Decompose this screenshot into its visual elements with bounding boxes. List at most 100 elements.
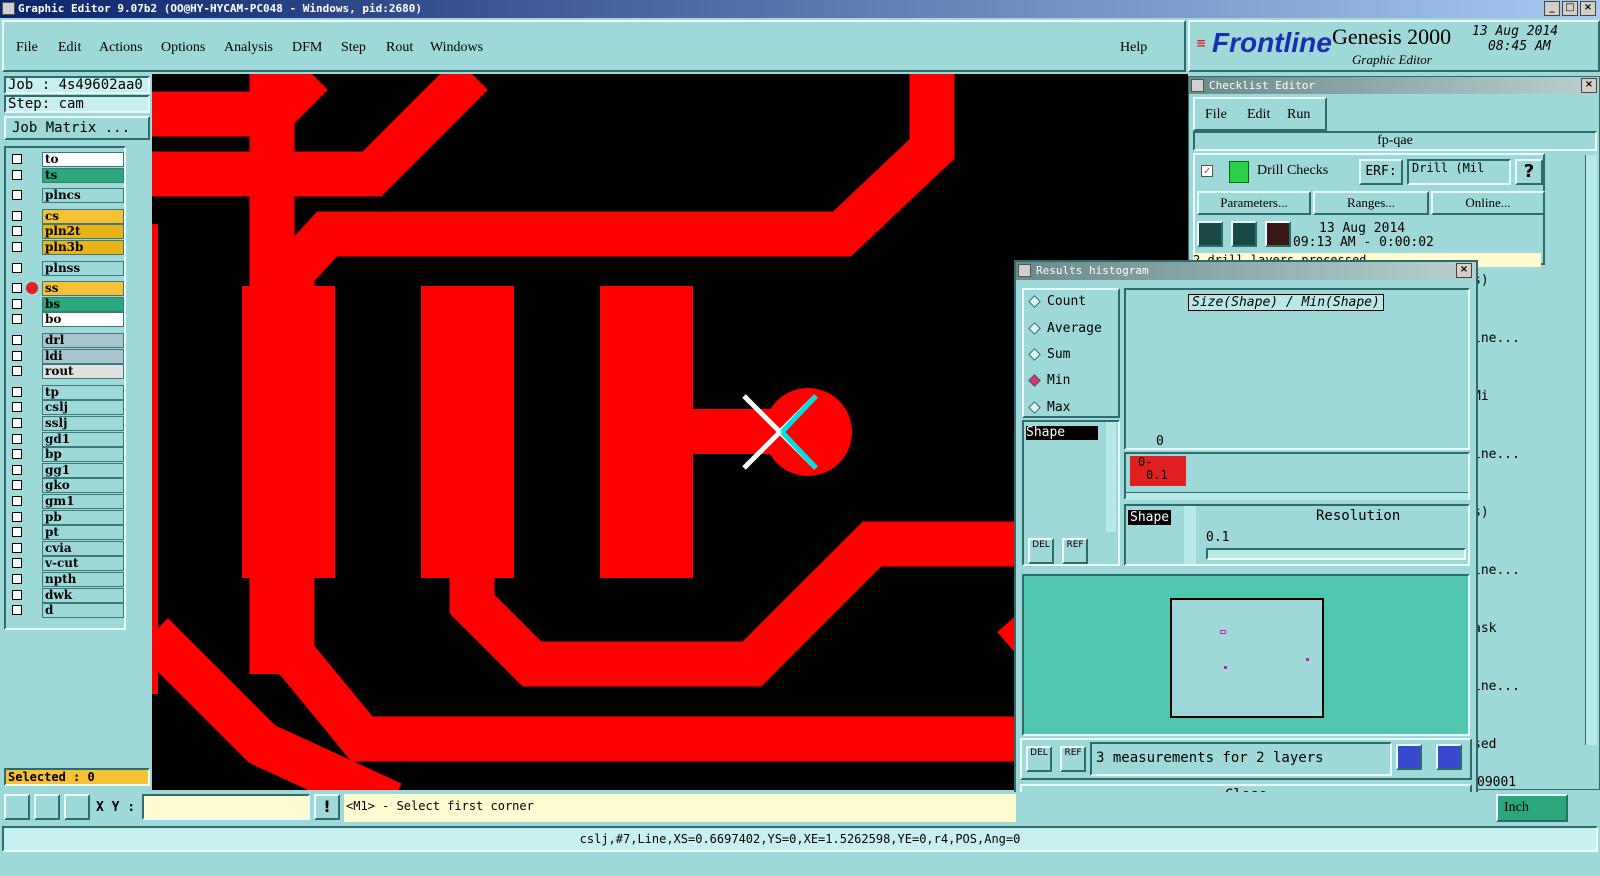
layer-checkbox[interactable] xyxy=(12,226,22,237)
layer-checkbox[interactable] xyxy=(12,589,22,600)
ranges-button[interactable]: Ranges... xyxy=(1313,191,1429,215)
run-check-icon[interactable] xyxy=(1197,221,1223,247)
checklist-menu-run[interactable]: Run xyxy=(1287,107,1310,123)
layer-row-pln2t[interactable]: pln2t xyxy=(8,224,126,240)
layer-row-pb[interactable]: pb xyxy=(8,509,126,525)
mode-sum[interactable]: Sum xyxy=(1028,347,1070,362)
layer-name[interactable]: npth xyxy=(42,572,124,587)
layer-checkbox[interactable] xyxy=(12,433,22,444)
check-enabled-checkbox[interactable]: ✓ xyxy=(1201,165,1213,177)
layer-row-plnss[interactable]: plnss xyxy=(8,260,126,276)
layer-row-bo[interactable]: bo xyxy=(8,312,126,328)
layer-row-v-cut[interactable]: v-cut xyxy=(8,556,126,572)
menu-windows[interactable]: Windows xyxy=(430,40,483,56)
layer-checkbox[interactable] xyxy=(12,527,22,538)
layer-checkbox[interactable] xyxy=(12,242,22,252)
layer-name[interactable]: v-cut xyxy=(42,556,124,572)
close-button[interactable]: × xyxy=(1580,1,1596,16)
layer-row-cslj[interactable]: cslj xyxy=(8,400,126,416)
layer-row-bp[interactable]: bp xyxy=(8,447,126,463)
menu-edit[interactable]: Edit xyxy=(58,40,81,56)
layer-checkbox[interactable] xyxy=(12,314,22,325)
layer-checkbox[interactable] xyxy=(12,574,22,584)
layer-checkbox[interactable] xyxy=(12,480,22,491)
layer-name[interactable]: dwk xyxy=(42,587,124,603)
erf-button[interactable]: ERF: xyxy=(1359,159,1403,185)
draw-line-icon[interactable] xyxy=(4,794,30,820)
layer-checkbox[interactable] xyxy=(12,154,22,164)
layer-name[interactable]: pln3b xyxy=(42,240,124,255)
menu-actions[interactable]: Actions xyxy=(99,40,143,56)
menu-analysis[interactable]: Analysis xyxy=(224,40,273,56)
layer-row-ss[interactable]: ss xyxy=(8,281,126,297)
online-button[interactable]: Online... xyxy=(1431,191,1545,215)
layer-name[interactable]: cslj xyxy=(42,400,124,416)
layer-name[interactable]: bp xyxy=(42,447,124,463)
layer-row-gm1[interactable]: gm1 xyxy=(8,494,126,509)
layer-name[interactable]: d xyxy=(42,603,124,619)
job-matrix-button[interactable]: Job Matrix ... xyxy=(4,116,150,140)
layer-checkbox[interactable] xyxy=(12,496,22,506)
resolution-scrollbar[interactable] xyxy=(1184,506,1196,564)
shape-list-item[interactable]: Shape xyxy=(1026,426,1098,440)
maximize-button[interactable]: □ xyxy=(1562,1,1578,16)
menu-rout[interactable]: Rout xyxy=(386,40,413,56)
layer-name[interactable]: bo xyxy=(42,312,124,328)
delete-button[interactable]: DEL xyxy=(1028,538,1054,564)
layer-checkbox[interactable] xyxy=(12,283,22,294)
layer-checkbox[interactable] xyxy=(12,169,22,180)
run-all-icon[interactable] xyxy=(1231,221,1257,247)
layer-name[interactable]: pln2t xyxy=(42,224,124,240)
layer-checkbox[interactable] xyxy=(12,366,22,377)
footer-delete-button[interactable]: DEL xyxy=(1026,746,1052,772)
layer-checkbox[interactable] xyxy=(12,511,22,522)
unit-selector[interactable]: Inch xyxy=(1496,794,1568,822)
layer-name[interactable]: drl xyxy=(42,333,124,348)
histogram-bin[interactable]: 0- 0.1 xyxy=(1130,456,1186,486)
layer-name[interactable]: cvia xyxy=(42,540,124,556)
layer-row-gd1[interactable]: gd1 xyxy=(8,431,126,447)
layer-checkbox[interactable] xyxy=(12,210,22,221)
layer-name[interactable]: gm1 xyxy=(42,494,124,509)
layer-checkbox[interactable] xyxy=(12,542,22,553)
layer-name[interactable]: plnss xyxy=(42,260,124,276)
menu-step[interactable]: Step xyxy=(341,40,366,56)
layer-list[interactable]: to ts plncs cs pln2t pln3b plnss ss bs bo drl ldi ro… xyxy=(4,146,126,630)
layer-name[interactable]: tp xyxy=(42,384,124,400)
layer-name[interactable]: pt xyxy=(42,525,124,541)
layer-row-pt[interactable]: pt xyxy=(8,525,126,541)
checklist-scrollbar[interactable] xyxy=(1585,155,1597,745)
layer-checkbox[interactable] xyxy=(12,298,22,309)
menu-options[interactable]: Options xyxy=(161,40,205,56)
layer-name[interactable]: plncs xyxy=(42,188,124,204)
layer-row-cvia[interactable]: cvia xyxy=(8,540,126,556)
layer-row-cs[interactable]: cs xyxy=(8,208,126,224)
layer-row-plncs[interactable]: plncs xyxy=(8,188,126,204)
shape-list[interactable]: Shape DEL REF xyxy=(1022,420,1120,566)
menu-file[interactable]: File xyxy=(16,40,38,56)
checklist-menu-edit[interactable]: Edit xyxy=(1247,107,1270,123)
reference-button[interactable]: REF xyxy=(1062,538,1088,564)
grid-icon[interactable] xyxy=(64,794,90,820)
checklist-menu-file[interactable]: File xyxy=(1205,107,1227,123)
layer-row-to[interactable]: to xyxy=(8,152,126,167)
layer-name[interactable]: cs xyxy=(42,208,124,224)
layer-name[interactable]: to xyxy=(42,152,124,167)
bins-scrollbar[interactable] xyxy=(1126,492,1468,500)
menu-help[interactable]: Help xyxy=(1120,40,1147,56)
layer-name[interactable]: gko xyxy=(42,478,124,494)
layer-row-ts[interactable]: ts xyxy=(8,167,126,183)
parameters-button[interactable]: Parameters... xyxy=(1197,191,1311,215)
draw-angle-icon[interactable] xyxy=(34,794,60,820)
warning-icon[interactable]: ! xyxy=(314,794,340,820)
layer-row-pln3b[interactable]: pln3b xyxy=(8,240,126,255)
layer-checkbox[interactable] xyxy=(12,262,22,273)
layer-row-d[interactable]: d xyxy=(8,603,126,619)
layer-row-gko[interactable]: gko xyxy=(8,478,126,494)
layer-checkbox[interactable] xyxy=(12,464,22,475)
layer-row-ldi[interactable]: ldi xyxy=(8,348,126,364)
layer-name[interactable]: sslj xyxy=(42,416,124,431)
layer-row-dwk[interactable]: dwk xyxy=(8,587,126,603)
mode-max[interactable]: Max xyxy=(1028,400,1070,415)
layer-name[interactable]: gg1 xyxy=(42,462,124,478)
